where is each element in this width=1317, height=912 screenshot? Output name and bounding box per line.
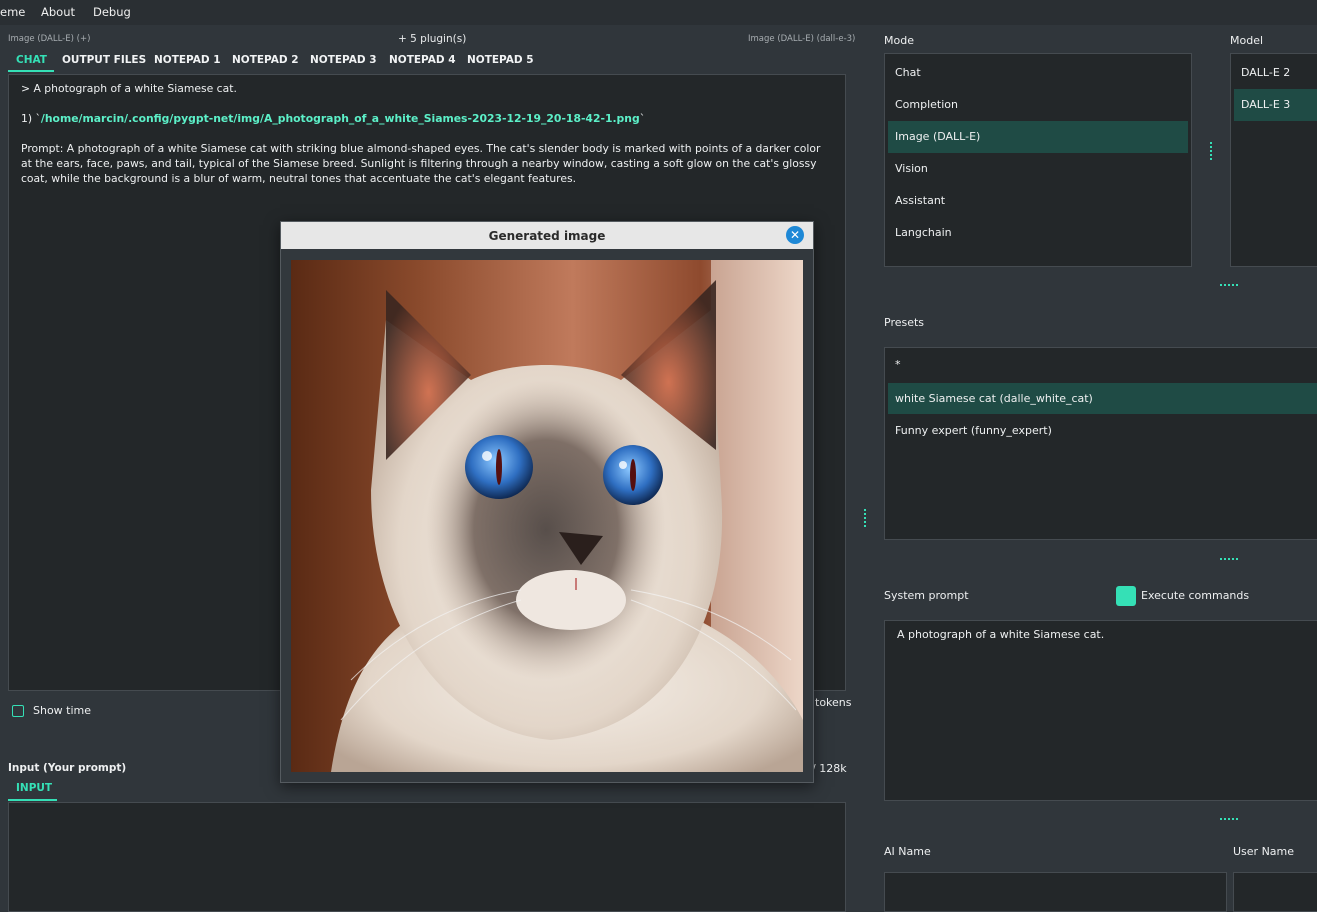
mode-item-chat[interactable]: Chat [895, 66, 921, 79]
vertical-splitter[interactable] [864, 509, 866, 527]
file-suffix: ` [639, 112, 646, 125]
horizontal-splitter-2[interactable] [1220, 558, 1238, 560]
tab-notepad-2[interactable]: NOTEPAD 2 [232, 54, 299, 66]
tokens-label: tokens [815, 696, 852, 709]
cat-picture [291, 260, 803, 772]
mode-item-image[interactable]: Image (DALL-E) [895, 130, 980, 143]
preset-item-funny-expert[interactable]: Funny expert (funny_expert) [895, 424, 1052, 437]
file-path-link[interactable]: /home/marcin/.config/pygpt-net/img/A_pho… [41, 112, 640, 125]
system-prompt-label: System prompt [884, 589, 969, 602]
context-size-label: / 128k [812, 762, 847, 775]
menu-theme[interactable]: eme [0, 5, 25, 19]
system-prompt-text: A photograph of a white Siamese cat. [897, 628, 1105, 641]
execute-commands-label: Execute commands [1141, 589, 1250, 602]
generated-cat-image[interactable] [291, 260, 803, 772]
model-item-dalle-2[interactable]: DALL-E 2 [1241, 66, 1290, 79]
active-tab-indicator [8, 70, 54, 72]
mode-item-completion[interactable]: Completion [895, 98, 958, 111]
mode-item-vision[interactable]: Vision [895, 162, 928, 175]
preset-item-default[interactable]: * [895, 358, 901, 371]
output-tabs: CHAT OUTPUT FILES NOTEPAD 1 NOTEPAD 2 NO… [0, 54, 850, 72]
horizontal-splitter-3[interactable] [1220, 818, 1238, 820]
current-model-label: Image (DALL-E) (dall-e-3) [748, 34, 856, 44]
tab-chat[interactable]: CHAT [16, 54, 47, 66]
ai-name-input[interactable] [884, 872, 1227, 912]
file-prefix: 1) ` [21, 112, 41, 125]
current-mode-label: Image (DALL-E) (+) [8, 34, 91, 44]
model-label: Model [1230, 34, 1264, 47]
presets-label: Presets [884, 316, 925, 329]
prompt-text: Prompt: A photograph of a white Siamese … [21, 142, 821, 185]
tab-notepad-5[interactable]: NOTEPAD 5 [467, 54, 534, 66]
tab-notepad-3[interactable]: NOTEPAD 3 [310, 54, 377, 66]
preset-item-white-cat[interactable]: white Siamese cat (dalle_white_cat) [895, 392, 1093, 405]
dialog-title: Generated image [488, 229, 606, 243]
ai-name-label: AI Name [884, 845, 931, 858]
mode-item-assistant[interactable]: Assistant [895, 194, 945, 207]
tab-input[interactable]: INPUT [16, 782, 52, 794]
mode-label: Mode [884, 34, 914, 47]
presets-list [884, 347, 1317, 540]
menu-bar: eme About Debug [0, 0, 1317, 25]
tab-output-files[interactable]: OUTPUT FILES [62, 54, 146, 66]
input-label: Input (Your prompt) [8, 762, 127, 774]
user-message: > A photograph of a white Siamese cat. [21, 82, 237, 95]
plugins-label: + 5 plugin(s) [398, 33, 467, 45]
generated-image-dialog: Generated image ✕ [280, 221, 814, 783]
system-prompt-input[interactable] [884, 620, 1317, 801]
file-line: 1) `/home/marcin/.config/pygpt-net/img/A… [21, 111, 829, 126]
execute-commands-checkbox[interactable] [1116, 586, 1136, 606]
menu-about[interactable]: About [41, 5, 75, 19]
mode-model-splitter[interactable] [1210, 142, 1212, 160]
tab-notepad-1[interactable]: NOTEPAD 1 [154, 54, 221, 66]
model-item-dalle-3[interactable]: DALL-E 3 [1241, 98, 1290, 111]
show-time-checkbox[interactable] [12, 705, 24, 717]
user-name-label: User Name [1233, 845, 1295, 858]
input-tab-indicator [8, 799, 57, 801]
prompt-input[interactable] [8, 802, 846, 912]
mode-item-langchain[interactable]: Langchain [895, 226, 952, 239]
show-time-label: Show time [33, 704, 92, 717]
close-icon[interactable]: ✕ [786, 226, 804, 244]
horizontal-splitter-1[interactable] [1220, 284, 1238, 286]
model-list [1230, 53, 1317, 267]
tab-notepad-4[interactable]: NOTEPAD 4 [389, 54, 456, 66]
user-name-input[interactable] [1233, 872, 1317, 912]
menu-debug[interactable]: Debug [93, 5, 131, 19]
